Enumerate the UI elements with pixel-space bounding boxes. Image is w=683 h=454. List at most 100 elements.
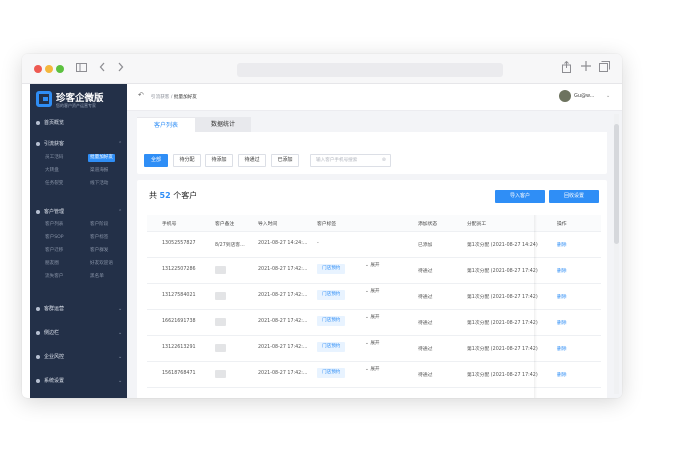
import-customers-button[interactable]: 导入客户 <box>495 190 545 203</box>
address-bar[interactable] <box>237 63 503 77</box>
customer-count: 共 52 个客户 <box>149 190 197 201</box>
delete-link[interactable]: 删除 <box>557 267 567 274</box>
vertical-scrollbar[interactable] <box>614 114 619 394</box>
gear-icon <box>36 379 40 383</box>
breadcrumb-separator: / <box>170 95 173 100</box>
cell-staff: 第1次分配 (2021-08-27 17:42) <box>467 321 538 326</box>
logo-mark-icon <box>36 91 52 107</box>
filter-unassigned-button[interactable]: 待分配 <box>173 154 201 167</box>
expand-toggle[interactable]: ⌄ 展开 <box>365 262 380 268</box>
cell-phone: 16621691738 <box>162 319 196 324</box>
recycle-settings-button[interactable]: 回收设置 <box>549 190 599 203</box>
filter-all-button[interactable]: 全部 <box>144 154 168 167</box>
sidebar-sub-customer-sop[interactable]: 客户SOP <box>45 234 64 242</box>
sidebar-sub-churned[interactable]: 流失客户 <box>45 273 63 281</box>
user-menu[interactable]: Gu@w... ⌄ <box>559 90 619 104</box>
filter-pending-button[interactable]: 待通过 <box>238 154 266 167</box>
scrollbar-thumb[interactable] <box>614 124 619 244</box>
breadcrumb-parent[interactable]: 引流获客 <box>151 95 169 100</box>
users-icon <box>36 210 40 214</box>
chevron-down-icon: ⌄ <box>606 93 611 99</box>
tag-chip: 门店预约 <box>317 264 346 274</box>
sidebar-item-customers[interactable]: 客户管理 ⌃ <box>30 206 127 218</box>
sidebar-sub-customer-tags[interactable]: 客户标签 <box>90 234 108 242</box>
sidebar-sub-blacklist[interactable]: 黑名单 <box>90 273 104 281</box>
header-import-time: 导入时间 <box>258 222 278 227</box>
tab-customer-list[interactable]: 客户列表 <box>137 117 195 132</box>
delete-link[interactable]: 删除 <box>557 371 567 378</box>
sidebar-sub-welcome[interactable]: 好友欢迎语 <box>90 260 113 268</box>
delete-link[interactable]: 删除 <box>557 319 567 326</box>
search-input[interactable]: 输入客户手机号搜索 ⊗ <box>310 154 391 167</box>
cell-phone: 13122613291 <box>162 345 196 350</box>
sidebar-sub-staff-code[interactable]: 员工活码 <box>45 154 63 162</box>
sidebar-sub-offline[interactable]: 线下活动 <box>90 180 108 188</box>
sidebar-sub-customer-migrate[interactable]: 客户迁移 <box>45 247 63 255</box>
user-name: Gu@w... <box>574 93 595 99</box>
sidebar-item-label: 企业风控 <box>44 354 65 360</box>
filter-added-button[interactable]: 已添加 <box>271 154 299 167</box>
sidebar-sub-customer-list[interactable]: 客户列表 <box>45 221 63 229</box>
cell-staff: 第1次分配 (2021-08-27 17:42) <box>467 269 538 274</box>
cell-remark-masked <box>215 344 226 352</box>
sidebar-item-sidebar[interactable]: 侧边栏 ⌄ <box>30 327 127 339</box>
customer-list-card: 共 52 个客户 导入客户 回收设置 手机号 客户备注 导入时间 客户标签 添加… <box>137 180 607 398</box>
cell-remark-masked <box>215 266 226 274</box>
sidebar-item-groups[interactable]: 客群运营 ⌄ <box>30 303 127 315</box>
back-icon[interactable] <box>99 62 106 76</box>
sidebar-item-home[interactable]: 首页概览 <box>30 117 127 129</box>
maximize-window-button[interactable] <box>56 65 64 73</box>
expand-label: 展开 <box>370 289 380 294</box>
sidebar-sub-fission[interactable]: 任务裂变 <box>45 180 63 188</box>
forward-icon[interactable] <box>117 62 124 76</box>
cell-phone: 13122507286 <box>162 267 196 272</box>
sidebar-sub-moments[interactable]: 朋友圈 <box>45 260 59 268</box>
expand-toggle[interactable]: ⌄ 展开 <box>365 340 380 346</box>
expand-toggle[interactable]: ⌄ 展开 <box>365 366 380 372</box>
fixed-column-shadow <box>534 215 537 398</box>
chevron-down-icon: ⌄ <box>118 354 123 360</box>
sidebar-item-acquire[interactable]: 引流获客 ⌃ <box>30 138 127 150</box>
cell-status: 待通过 <box>418 347 433 352</box>
cell-time: 2021-08-27 17:42:... <box>258 319 308 324</box>
filter-to-add-button[interactable]: 待添加 <box>205 154 233 167</box>
sidebar-item-risk[interactable]: 企业风控 ⌄ <box>30 351 127 363</box>
expand-label: 展开 <box>370 341 380 346</box>
new-tab-icon[interactable] <box>581 61 591 75</box>
sidebar-toggle-icon[interactable] <box>76 62 87 76</box>
sidebar-sub-wheel[interactable]: 大转盘 <box>45 167 59 175</box>
cell-time: 2021-08-27 17:42:... <box>258 345 308 350</box>
delete-link[interactable]: 删除 <box>557 293 567 300</box>
sidebar-sub-customer-stage[interactable]: 客户阶段 <box>90 221 108 229</box>
tag-chip: 门店预约 <box>317 316 346 326</box>
cell-status: 待通过 <box>418 373 433 378</box>
tabs-overview-icon[interactable] <box>599 61 610 76</box>
delete-link[interactable]: 删除 <box>557 345 567 352</box>
delete-link[interactable]: 删除 <box>557 241 567 248</box>
tab-statistics[interactable]: 数据统计 <box>195 117 251 132</box>
expand-toggle[interactable]: ⌄ 展开 <box>365 314 380 320</box>
table-row: 13052557827 8/27到店客... 2021-08-27 14:24:… <box>147 232 601 258</box>
sidebar-sub-poster[interactable]: 渠道海报 <box>90 167 108 175</box>
close-window-button[interactable] <box>34 65 42 73</box>
sidebar-sub-customer-broadcast[interactable]: 客户群发 <box>90 247 108 255</box>
shield-icon <box>36 355 40 359</box>
clear-icon[interactable]: ⊗ <box>382 155 386 166</box>
logo-subtitle: 您的客户资产运营专家 <box>56 103 96 108</box>
cell-status: 待通过 <box>418 295 433 300</box>
browser-titlebar <box>22 54 622 84</box>
expand-toggle[interactable]: ⌄ 展开 <box>365 288 380 294</box>
cell-remark-masked <box>215 370 226 378</box>
sidebar-item-settings[interactable]: 系统设置 ⌄ <box>30 375 127 387</box>
cell-time: 2021-08-27 17:42:... <box>258 267 308 272</box>
share-icon[interactable] <box>562 60 571 77</box>
minimize-window-button[interactable] <box>45 65 53 73</box>
back-arrow-icon[interactable]: ↶ <box>138 91 144 99</box>
sidebar-sub-batch-add[interactable]: 批量加好友 <box>88 154 115 162</box>
browser-window: 珍客企微版 您的客户资产运营专家 首页概览 引流获客 ⌃ 员工活码 批量加好友 … <box>22 54 622 398</box>
cell-staff: 第1次分配 (2021-08-27 17:42) <box>467 347 538 352</box>
chevron-up-icon: ⌃ <box>118 209 123 215</box>
table-header: 手机号 客户备注 导入时间 客户标签 添加状态 分配员工 操作 <box>147 215 601 232</box>
chevron-down-icon: ⌄ <box>118 330 123 336</box>
cell-phone: 13127584021 <box>162 293 196 298</box>
